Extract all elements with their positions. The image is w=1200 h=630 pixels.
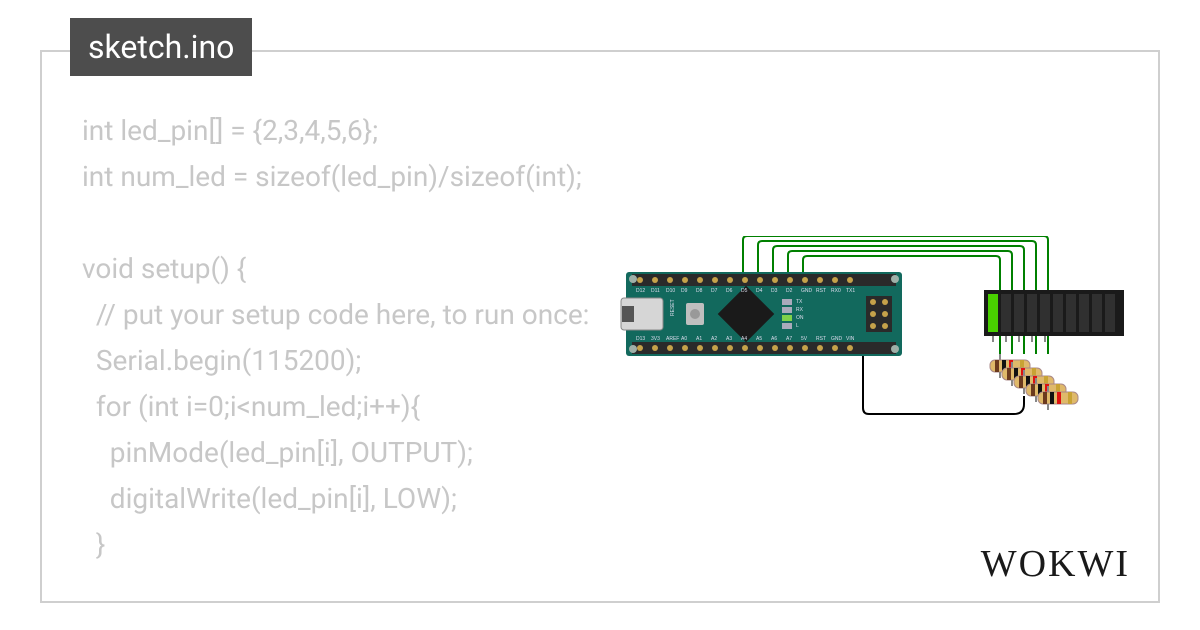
svg-text:ON: ON [796,315,804,321]
resistors [990,354,1078,410]
editor-frame: int led_pin[] = {2,3,4,5,6}; int num_led… [40,50,1160,603]
arduino-nano: D12D11D10D9D8D7D6D5D4D3D2GNDRSTRX0TX1 D1… [621,272,902,356]
svg-text:L: L [796,323,799,329]
svg-text:D133V3AREFA0A1A2A3A4A5A6A75VRS: D133V3AREFA0A1A2A3A4A5A6A75VRSTGNDVIN [636,336,855,342]
svg-text:RX: RX [796,307,804,313]
file-tab[interactable]: sketch.ino [70,18,252,76]
circuit-canvas: D12D11D10D9D8D7D6D5D4D3D2GNDRSTRX0TX1 D1… [576,236,1136,496]
svg-text:TX: TX [796,299,803,305]
svg-text:D12D11D10D9D8D7D6D5D4D3D2GNDRS: D12D11D10D9D8D7D6D5D4D3D2GNDRSTRX0TX1 [636,288,855,294]
wokwi-brand: WOKWI [981,542,1130,586]
code-content: int led_pin[] = {2,3,4,5,6}; int num_led… [82,108,589,568]
wires-led-to-res [1000,336,1048,354]
svg-text:RESET: RESET [670,299,676,316]
led-bar [984,290,1124,342]
